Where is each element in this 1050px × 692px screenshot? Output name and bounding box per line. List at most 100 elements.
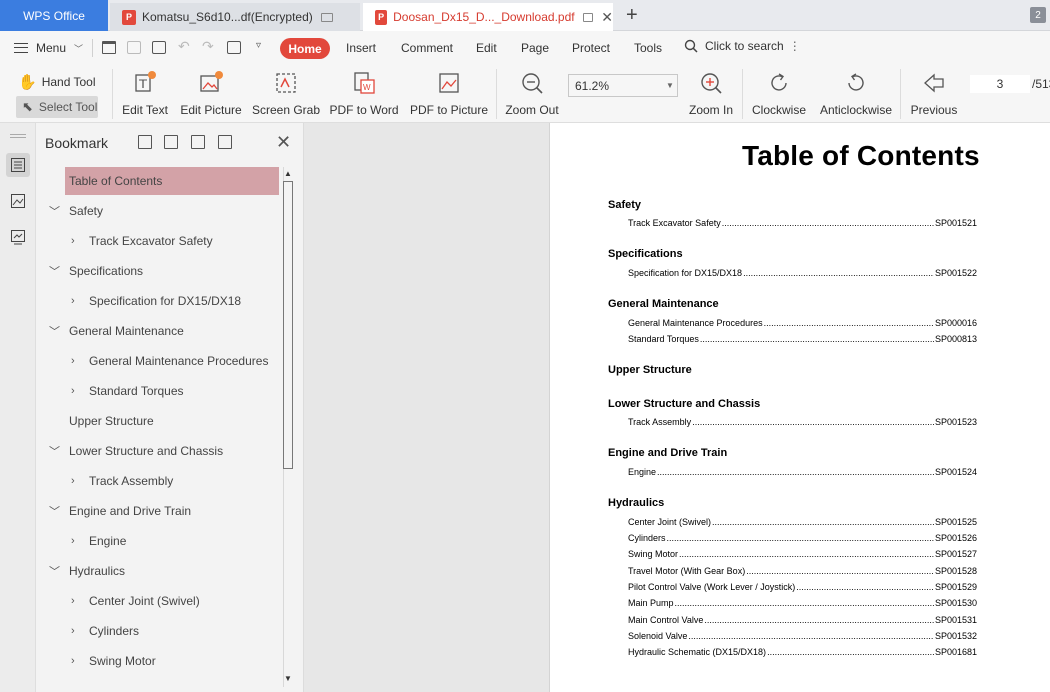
edit-text-button[interactable]: Edit Text bbox=[122, 65, 168, 123]
pdf-to-word-button[interactable]: W PDF to Word bbox=[329, 65, 399, 123]
chevron-right-icon[interactable]: › bbox=[71, 595, 75, 607]
chevron-right-icon[interactable]: › bbox=[71, 295, 75, 307]
menu-tools[interactable]: Tools bbox=[634, 41, 662, 55]
grip-handle[interactable] bbox=[10, 134, 26, 138]
export-icon[interactable] bbox=[227, 41, 241, 54]
bookmark-settings-icon[interactable] bbox=[218, 135, 232, 149]
scroll-down-icon[interactable]: ▼ bbox=[284, 674, 292, 683]
bookmark-item[interactable]: ﹀ Specifications bbox=[45, 257, 275, 285]
chevron-right-icon[interactable]: › bbox=[71, 625, 75, 637]
tab-wps-office[interactable]: WPS Office bbox=[0, 0, 108, 31]
bookmark-item[interactable]: › Standard Torques bbox=[65, 377, 275, 405]
search-box[interactable]: Click to search ⋮ bbox=[684, 39, 801, 53]
toc-entry[interactable]: Center Joint (Swivel) SP001525 bbox=[628, 517, 977, 527]
anticlockwise-button[interactable]: Anticlockwise bbox=[820, 65, 892, 123]
bookmark-item[interactable]: ﹀ Safety bbox=[45, 197, 275, 225]
chevron-down-icon[interactable]: ▼ bbox=[663, 75, 677, 96]
clockwise-button[interactable]: Clockwise bbox=[752, 65, 806, 123]
menu-edit[interactable]: Edit bbox=[476, 41, 497, 55]
toc-entry[interactable]: Cylinders SP001526 bbox=[628, 533, 977, 543]
chevron-right-icon[interactable]: › bbox=[71, 235, 75, 247]
bookmark-item[interactable]: › Engine bbox=[65, 527, 275, 555]
bookmark-item[interactable]: ﹀ Engine and Drive Train bbox=[45, 497, 275, 525]
bookmark-item[interactable]: ﹀ General Maintenance bbox=[45, 317, 275, 345]
open-folder-icon[interactable] bbox=[102, 41, 116, 54]
bookmark-item[interactable]: › Specification for DX15/DX18 bbox=[65, 287, 275, 315]
close-icon[interactable]: ✕ bbox=[276, 132, 291, 153]
chevron-down-icon[interactable]: ﹀ bbox=[49, 203, 60, 219]
bookmark-scroll-thumb[interactable] bbox=[283, 181, 293, 469]
bookmark-panel-toggle[interactable] bbox=[6, 153, 30, 177]
toc-entry[interactable]: General Maintenance Procedures SP000016 bbox=[628, 318, 977, 328]
chevron-right-icon[interactable]: › bbox=[71, 655, 75, 667]
menu-home[interactable]: Home bbox=[280, 38, 330, 59]
chevron-right-icon[interactable]: › bbox=[71, 535, 75, 547]
save-icon[interactable] bbox=[127, 41, 141, 54]
bookmark-item[interactable]: › General Maintenance Procedures bbox=[65, 347, 275, 375]
annotation-panel-toggle[interactable] bbox=[6, 225, 30, 249]
chevron-down-icon[interactable]: ﹀ bbox=[49, 563, 60, 579]
collapse-all-icon[interactable] bbox=[164, 135, 178, 149]
toc-entry[interactable]: Travel Motor (With Gear Box) SP001528 bbox=[628, 566, 977, 576]
toc-entry[interactable]: Standard Torques SP000813 bbox=[628, 334, 977, 344]
chevron-right-icon[interactable]: › bbox=[71, 475, 75, 487]
close-tab-icon[interactable]: ✕ bbox=[601, 9, 613, 26]
menu-page[interactable]: Page bbox=[521, 41, 549, 55]
more-quick-icon[interactable]: ▿ bbox=[256, 40, 261, 51]
zoom-level-select[interactable]: 61.2% ▼ bbox=[568, 74, 678, 97]
screen-grab-button[interactable]: Screen Grab bbox=[252, 65, 320, 123]
edit-picture-button[interactable]: Edit Picture bbox=[180, 65, 242, 123]
toc-entry[interactable]: Pilot Control Valve (Work Lever / Joysti… bbox=[628, 582, 977, 592]
chevron-right-icon[interactable]: › bbox=[71, 385, 75, 397]
bookmark-item[interactable]: › Track Assembly bbox=[65, 467, 275, 495]
monitor-icon[interactable] bbox=[582, 12, 594, 22]
toc-entry[interactable]: Main Pump SP001530 bbox=[628, 598, 977, 608]
menu-comment[interactable]: Comment bbox=[401, 41, 453, 55]
bookmark-item[interactable]: ﹀ Hydraulics bbox=[45, 557, 275, 585]
chevron-down-icon[interactable]: ﹀ bbox=[49, 323, 60, 339]
tab-komatsu[interactable]: P Komatsu_S6d10...df(Encrypted) bbox=[110, 3, 360, 31]
window-count-badge[interactable]: 2 bbox=[1030, 7, 1046, 23]
previous-page-button[interactable]: Previous bbox=[910, 65, 958, 123]
toc-entry[interactable]: Swing Motor SP001527 bbox=[628, 549, 977, 559]
hand-tool-button[interactable]: ✋ Hand Tool bbox=[18, 73, 96, 91]
toc-entry[interactable]: Specification for DX15/DX18 SP001522 bbox=[628, 268, 977, 278]
monitor-icon[interactable] bbox=[320, 12, 333, 22]
more-options-icon[interactable]: ⋮ bbox=[789, 39, 801, 53]
toc-entry[interactable]: Track Assembly SP001523 bbox=[628, 417, 977, 427]
bookmark-item[interactable]: Table of Contents bbox=[65, 167, 279, 195]
pdf-to-picture-button[interactable]: PDF to Picture bbox=[410, 65, 488, 123]
menu-insert[interactable]: Insert bbox=[346, 41, 376, 55]
bookmark-item[interactable]: › Swing Motor bbox=[65, 647, 275, 675]
new-tab-icon[interactable]: + bbox=[626, 4, 638, 27]
main-menu-button[interactable]: Menu ﹀ bbox=[14, 41, 83, 55]
toc-entry[interactable]: Solenoid Valve SP001532 bbox=[628, 631, 977, 641]
chevron-down-icon[interactable]: ﹀ bbox=[49, 263, 60, 279]
toc-entry[interactable]: Track Excavator Safety SP001521 bbox=[628, 218, 977, 228]
tab-doosan[interactable]: P Doosan_Dx15_D..._Download.pdf ✕ bbox=[363, 3, 613, 31]
scroll-up-icon[interactable]: ▲ bbox=[284, 169, 292, 178]
chevron-right-icon[interactable]: › bbox=[71, 355, 75, 367]
page-number-input[interactable]: 3 bbox=[970, 75, 1030, 93]
undo-icon[interactable]: ↶ bbox=[178, 38, 190, 55]
add-bookmark-icon[interactable] bbox=[191, 135, 205, 149]
redo-icon[interactable]: ↷ bbox=[202, 38, 214, 55]
toc-entry[interactable]: Main Control Valve SP001531 bbox=[628, 615, 977, 625]
document-viewport[interactable]: Table of Contents Safety Track Excavator… bbox=[304, 123, 1050, 692]
expand-all-icon[interactable] bbox=[138, 135, 152, 149]
select-tool-button[interactable]: ⬉ Select Tool bbox=[16, 96, 98, 118]
zoom-out-button[interactable]: Zoom Out bbox=[505, 65, 559, 123]
bookmark-item[interactable]: ﹀ Lower Structure and Chassis bbox=[45, 437, 275, 465]
bookmark-item[interactable]: › Track Excavator Safety bbox=[65, 227, 275, 255]
bookmark-item[interactable]: › Cylinders bbox=[65, 617, 275, 645]
bookmark-item[interactable]: › Center Joint (Swivel) bbox=[65, 587, 275, 615]
print-icon[interactable] bbox=[152, 41, 166, 54]
chevron-down-icon[interactable]: ﹀ bbox=[49, 503, 60, 519]
chevron-down-icon[interactable]: ﹀ bbox=[49, 443, 60, 459]
toc-entry[interactable]: Hydraulic Schematic (DX15/DX18) SP001681 bbox=[628, 647, 977, 657]
menu-protect[interactable]: Protect bbox=[572, 41, 610, 55]
zoom-in-button[interactable]: Zoom In bbox=[688, 65, 734, 123]
toc-entry[interactable]: Engine SP001524 bbox=[628, 467, 977, 477]
thumbnail-panel-toggle[interactable] bbox=[6, 189, 30, 213]
bookmark-item[interactable]: Upper Structure bbox=[69, 407, 275, 435]
